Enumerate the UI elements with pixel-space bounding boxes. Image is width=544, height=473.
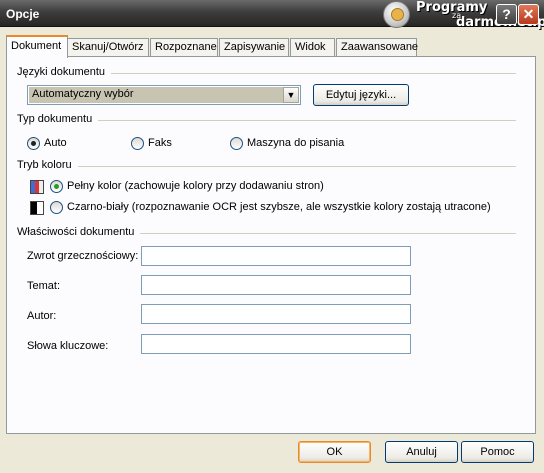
author-field[interactable] xyxy=(141,304,411,324)
radio-icon[interactable] xyxy=(50,180,63,193)
language-select-value: Automatyczny wybór xyxy=(29,87,283,103)
tab-zaawansowane[interactable]: Zaawansowane xyxy=(336,38,418,57)
color-mode-group-label: Tryb koloru xyxy=(17,159,78,171)
ok-button[interactable]: OK xyxy=(298,441,371,463)
radio-icon[interactable] xyxy=(230,137,243,150)
language-select[interactable]: Automatyczny wybór ▼ xyxy=(27,85,301,105)
close-button[interactable]: ✕ xyxy=(518,4,539,25)
tab-zapisywanie[interactable]: Zapisywanie xyxy=(219,38,289,57)
divider xyxy=(18,166,516,167)
question-icon: ? xyxy=(502,6,511,22)
salutation-field[interactable] xyxy=(141,246,411,266)
full-color-icon xyxy=(30,180,44,194)
doc-type-group-label: Typ dokumentu xyxy=(17,113,99,125)
radio-icon[interactable] xyxy=(131,137,144,150)
chevron-down-icon[interactable]: ▼ xyxy=(283,87,299,103)
edit-languages-button[interactable]: Edytuj języki... xyxy=(313,84,409,106)
tab-rozpoznane[interactable]: Rozpoznane xyxy=(150,38,218,57)
keywords-label: Słowa kluczowe: xyxy=(27,340,109,352)
properties-group-label: Właściwości dokumentu xyxy=(17,226,141,238)
window-title: Opcje xyxy=(6,7,40,21)
keywords-field[interactable] xyxy=(141,334,411,354)
black-white-icon xyxy=(30,201,44,215)
help-button[interactable]: Pomoc xyxy=(461,441,534,463)
languages-group-label: Języki dokumentu xyxy=(17,66,112,78)
radio-icon[interactable] xyxy=(50,201,63,214)
smiley-icon xyxy=(391,8,404,21)
subject-label: Temat: xyxy=(27,280,61,292)
subject-field[interactable] xyxy=(141,275,411,295)
salutation-label: Zwrot grzecznościowy: xyxy=(27,250,139,262)
radio-icon[interactable] xyxy=(27,137,40,150)
tab-widok[interactable]: Widok xyxy=(290,38,335,57)
tab-skanuj-otworz[interactable]: Skanuj/Otwórz xyxy=(67,38,149,57)
cancel-button[interactable]: Anuluj xyxy=(385,441,458,463)
author-label: Autor: xyxy=(27,310,57,322)
watermark-logo-icon xyxy=(383,1,410,28)
title-bar[interactable]: Opcje Programy za darmo.net.pl ? ✕ xyxy=(0,0,544,29)
help-title-button[interactable]: ? xyxy=(496,4,517,25)
tab-dokument[interactable]: Dokument xyxy=(6,35,68,58)
close-icon: ✕ xyxy=(522,6,535,22)
options-dialog: Opcje Programy za darmo.net.pl ? ✕ Dokum… xyxy=(0,0,544,473)
